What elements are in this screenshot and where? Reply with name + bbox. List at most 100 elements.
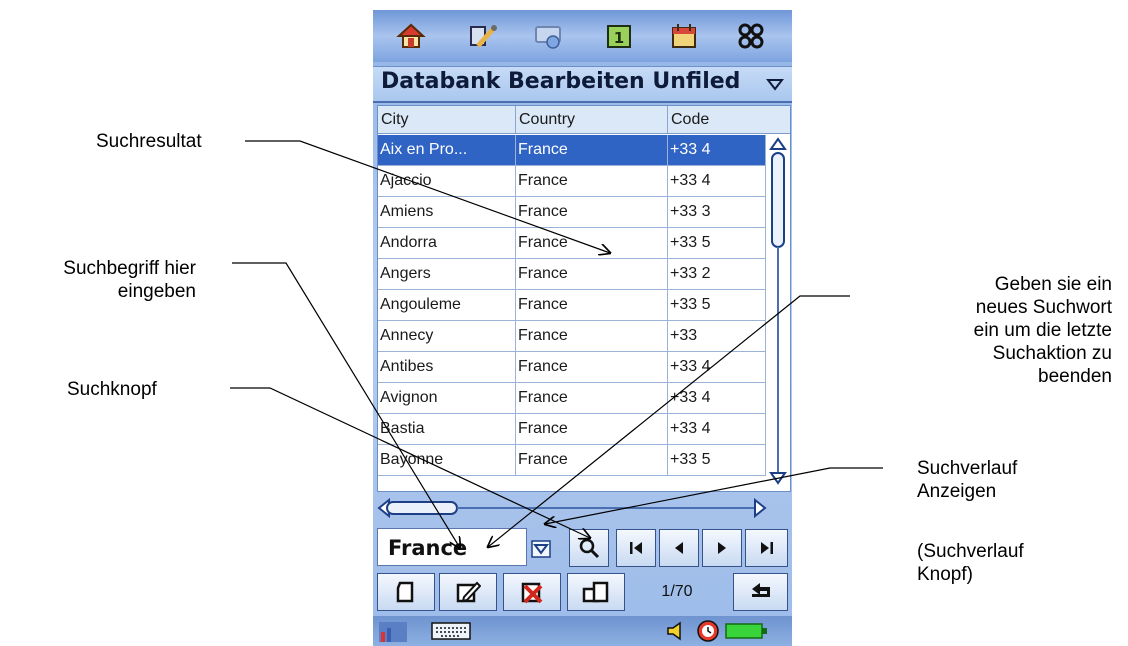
city-cell: Angers	[378, 259, 516, 289]
country-cell: France	[516, 352, 668, 382]
connect-icon[interactable]	[533, 21, 565, 51]
menu-title-bar[interactable]: Databank Bearbeiten Unfiled	[373, 66, 792, 103]
table-row[interactable]: Antibes France +33 4	[378, 352, 766, 383]
city-cell: Angouleme	[378, 290, 516, 320]
label-suchverlauf-knopf: (Suchverlauf Knopf)	[917, 540, 1024, 586]
city-cell: Bayonne	[378, 445, 516, 475]
table-row[interactable]: Bastia France +33 4	[378, 414, 766, 445]
calendar-icon[interactable]: 1	[603, 21, 635, 51]
skip-first-icon	[630, 542, 642, 554]
table-row[interactable]: Andorra France +33 5	[378, 228, 766, 259]
city-cell: Ajaccio	[378, 166, 516, 196]
tools-icon[interactable]	[468, 21, 500, 51]
code-cell: +33 4	[668, 414, 766, 444]
code-cell: +33 3	[668, 197, 766, 227]
new-record-button[interactable]	[377, 573, 435, 611]
table-row[interactable]: Bayonne France +33 5	[378, 445, 766, 476]
beam-record-button[interactable]	[567, 573, 625, 611]
svg-text:1: 1	[614, 29, 624, 47]
keyboard-icon[interactable]	[431, 621, 471, 641]
magnifier-icon	[579, 538, 600, 559]
clock-icon[interactable]	[695, 618, 721, 644]
table-row[interactable]: Ajaccio France +33 4	[378, 166, 766, 197]
scroll-right-arrow-icon	[754, 497, 767, 519]
speaker-icon[interactable]	[665, 620, 689, 642]
previous-icon	[675, 542, 683, 554]
label-neues-line3: ein um die letzte	[973, 320, 1112, 341]
country-cell: France	[516, 197, 668, 227]
datebook-icon[interactable]	[668, 21, 700, 51]
code-cell: +33 2	[668, 259, 766, 289]
code-cell: +33 4	[668, 135, 766, 165]
scroll-down-arrow-icon	[769, 472, 787, 485]
code-cell: +33 4	[668, 166, 766, 196]
country-cell: France	[516, 445, 668, 475]
first-result-button[interactable]	[616, 529, 656, 567]
label-neues-line1: Geben sie ein	[994, 274, 1112, 295]
return-arrow-icon	[751, 583, 770, 597]
country-cell: France	[516, 290, 668, 320]
label-neues-line4: Suchaktion zu	[992, 343, 1112, 364]
signal-icon[interactable]	[377, 618, 411, 644]
scroll-thumb	[771, 152, 785, 248]
country-cell: France	[516, 166, 668, 196]
country-cell: France	[516, 228, 668, 258]
next-result-button[interactable]	[702, 529, 742, 567]
city-cell: Antibes	[378, 352, 516, 382]
code-cell: +33	[668, 321, 766, 351]
city-cell: Annecy	[378, 321, 516, 351]
edit-record-button[interactable]	[439, 573, 497, 611]
vertical-scrollbar[interactable]	[768, 135, 788, 487]
table-row[interactable]: Angouleme France +33 5	[378, 290, 766, 321]
applications-icon[interactable]	[735, 21, 767, 51]
column-header-city[interactable]: City	[378, 106, 516, 134]
previous-result-button[interactable]	[659, 529, 699, 567]
skip-last-icon	[760, 542, 773, 554]
pda-screen: 1 Databank Bearbeiten Unfiled City Count…	[373, 10, 792, 646]
code-cell: +33 5	[668, 228, 766, 258]
search-input[interactable]: France	[377, 528, 527, 566]
country-cell: France	[516, 321, 668, 351]
table-row[interactable]: Annecy France +33	[378, 321, 766, 352]
label-suchbegriff: Suchbegriff hier eingeben	[16, 257, 196, 303]
code-cell: +33 4	[668, 352, 766, 382]
label-neues-suchwort: Geben sie ein neues Suchwort ein um die …	[880, 273, 1112, 388]
label-suchbegriff-line2: eingeben	[117, 281, 196, 302]
city-table: City Country Code Aix en Pro... France +33…	[377, 105, 791, 492]
label-neues-line5: beenden	[1038, 366, 1112, 387]
new-page-icon	[396, 581, 414, 603]
search-history-button[interactable]	[531, 538, 551, 560]
column-header-code[interactable]: Code	[668, 106, 790, 134]
scroll-up-arrow-icon	[769, 137, 787, 150]
history-dropdown-icon	[531, 540, 551, 558]
delete-record-button[interactable]	[503, 573, 561, 611]
label-suchknopf: Suchknopf	[67, 379, 157, 400]
app-launcher-bar: 1	[373, 10, 792, 62]
table-row[interactable]: Angers France +33 2	[378, 259, 766, 290]
code-cell: +33 5	[668, 445, 766, 475]
city-cell: Aix en Pro...	[378, 135, 516, 165]
back-button[interactable]	[733, 573, 788, 611]
last-result-button[interactable]	[745, 529, 788, 567]
search-button[interactable]	[569, 529, 609, 567]
label-verlauf-line1: Suchverlauf	[917, 458, 1018, 479]
code-cell: +33 5	[668, 290, 766, 320]
horizontal-scrollbar[interactable]	[377, 497, 767, 519]
page-title: Databank Bearbeiten Unfiled	[381, 69, 741, 94]
label-suchverlauf-anzeigen: Suchverlauf Anzeigen	[917, 457, 1017, 503]
label-verlauf-line2: Anzeigen	[917, 481, 997, 502]
delete-icon	[521, 582, 543, 604]
city-cell: Bastia	[378, 414, 516, 444]
status-bar	[373, 616, 792, 646]
home-icon[interactable]	[395, 21, 427, 51]
table-row[interactable]: Avignon France +33 4	[378, 383, 766, 414]
table-row[interactable]: Aix en Pro... France +33 4	[378, 135, 766, 166]
table-row[interactable]: Amiens France +33 3	[378, 197, 766, 228]
column-header-country[interactable]: Country	[516, 106, 668, 134]
find-bar: France	[373, 526, 792, 568]
category-dropdown-icon[interactable]	[766, 77, 784, 91]
label-knopf-line1: (Suchverlauf	[917, 541, 1024, 562]
label-suchresultat: Suchresultat	[96, 131, 202, 152]
country-cell: France	[516, 383, 668, 413]
battery-icon[interactable]	[725, 622, 769, 640]
